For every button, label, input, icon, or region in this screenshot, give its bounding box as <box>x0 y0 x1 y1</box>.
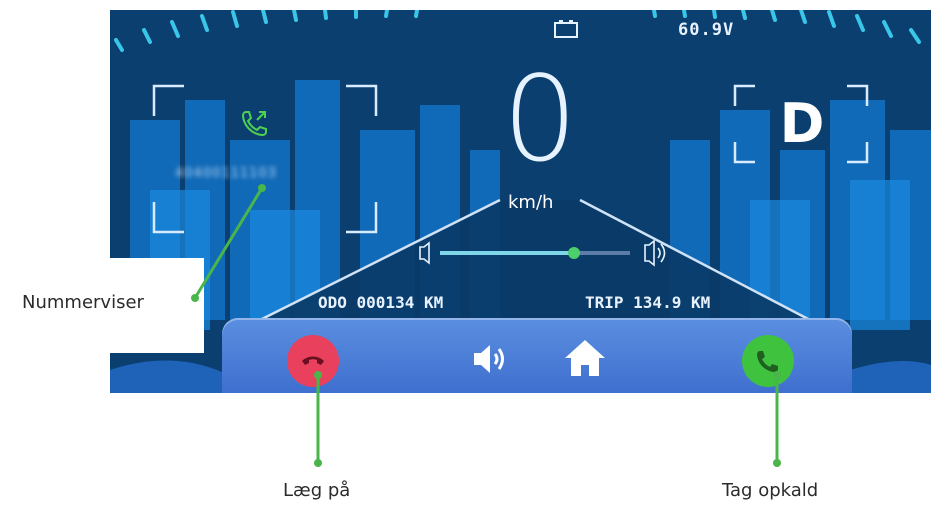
annotation-lines <box>191 184 781 467</box>
answer-callout: Tag opkald <box>722 480 819 501</box>
caller-id-callout: Nummerviser <box>22 292 144 313</box>
hang-up-callout: Læg på <box>283 480 351 501</box>
